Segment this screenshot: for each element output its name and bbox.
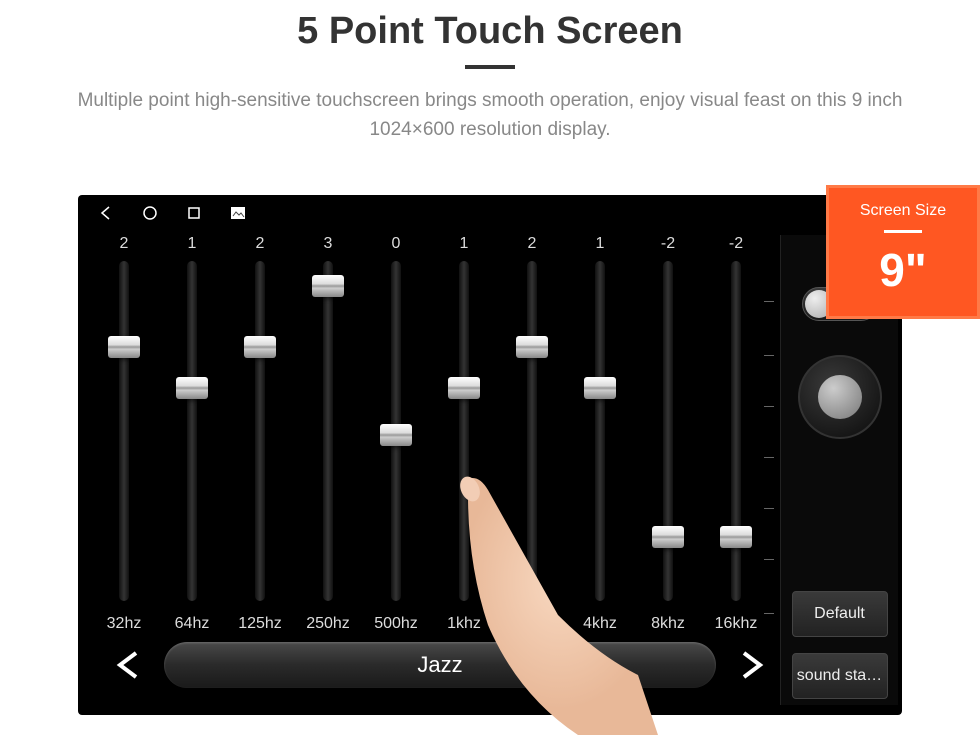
page-title: 5 Point Touch Screen	[0, 10, 980, 53]
eq-value: 2	[226, 235, 294, 261]
slider-knob[interactable]	[108, 336, 140, 358]
slider-knob[interactable]	[516, 336, 548, 358]
preset-selector[interactable]: Jazz	[164, 642, 716, 688]
slider-track	[527, 261, 537, 601]
rotary-knob	[818, 375, 862, 419]
slider-track	[731, 261, 741, 601]
recent-apps-icon[interactable]	[186, 205, 202, 221]
eq-value: 0	[362, 235, 430, 261]
preset-next-button[interactable]	[732, 646, 770, 684]
eq-value: 2	[90, 235, 158, 261]
eq-slider[interactable]	[294, 261, 362, 601]
sound-stage-button[interactable]: sound sta…	[792, 653, 888, 699]
eq-slider[interactable]	[158, 261, 226, 601]
eq-slider[interactable]	[634, 261, 702, 601]
slider-track	[255, 261, 265, 601]
back-icon[interactable]	[98, 205, 114, 221]
default-button-label: Default	[814, 605, 865, 623]
eq-slider[interactable]	[430, 261, 498, 601]
eq-value: 1	[158, 235, 226, 261]
rotary-control[interactable]	[798, 355, 882, 439]
gallery-icon[interactable]	[230, 205, 246, 221]
equalizer-panel: 21230121-2-2 3 0 -3 32hz64hz125hz250hz50…	[90, 235, 770, 705]
page-subtitle: Multiple point high-sensitive touchscree…	[0, 87, 980, 144]
slider-knob[interactable]	[584, 377, 616, 399]
slider-track	[323, 261, 333, 601]
eq-slider[interactable]	[362, 261, 430, 601]
slider-knob[interactable]	[720, 526, 752, 548]
eq-slider[interactable]	[226, 261, 294, 601]
default-button[interactable]: Default	[792, 591, 888, 637]
home-icon[interactable]	[142, 205, 158, 221]
slider-track	[119, 261, 129, 601]
badge-divider	[884, 230, 922, 233]
eq-value: 1	[430, 235, 498, 261]
badge-value: 9"	[829, 243, 977, 297]
slider-knob[interactable]	[176, 377, 208, 399]
eq-slider[interactable]	[702, 261, 770, 601]
title-underline	[465, 65, 515, 69]
slider-knob[interactable]	[380, 424, 412, 446]
eq-value: -2	[634, 235, 702, 261]
eq-value: 3	[294, 235, 362, 261]
preset-prev-button[interactable]	[110, 646, 148, 684]
slider-track	[595, 261, 605, 601]
eq-value: -2	[702, 235, 770, 261]
device-screen: 21230121-2-2 3 0 -3 32hz64hz125hz250hz50…	[78, 195, 902, 715]
eq-value: 2	[498, 235, 566, 261]
eq-slider[interactable]	[90, 261, 158, 601]
android-nav-bar	[78, 195, 902, 231]
preset-label: Jazz	[417, 652, 462, 678]
sound-stage-button-label: sound sta…	[797, 667, 882, 685]
slider-track	[663, 261, 673, 601]
badge-label: Screen Size	[829, 202, 977, 220]
slider-knob[interactable]	[312, 275, 344, 297]
slider-track	[459, 261, 469, 601]
eq-value: 1	[566, 235, 634, 261]
screen-size-badge: Screen Size 9"	[826, 185, 980, 319]
slider-knob[interactable]	[448, 377, 480, 399]
eq-slider[interactable]	[498, 261, 566, 601]
slider-knob[interactable]	[244, 336, 276, 358]
slider-track	[187, 261, 197, 601]
eq-slider[interactable]	[566, 261, 634, 601]
slider-knob[interactable]	[652, 526, 684, 548]
slider-track	[391, 261, 401, 601]
